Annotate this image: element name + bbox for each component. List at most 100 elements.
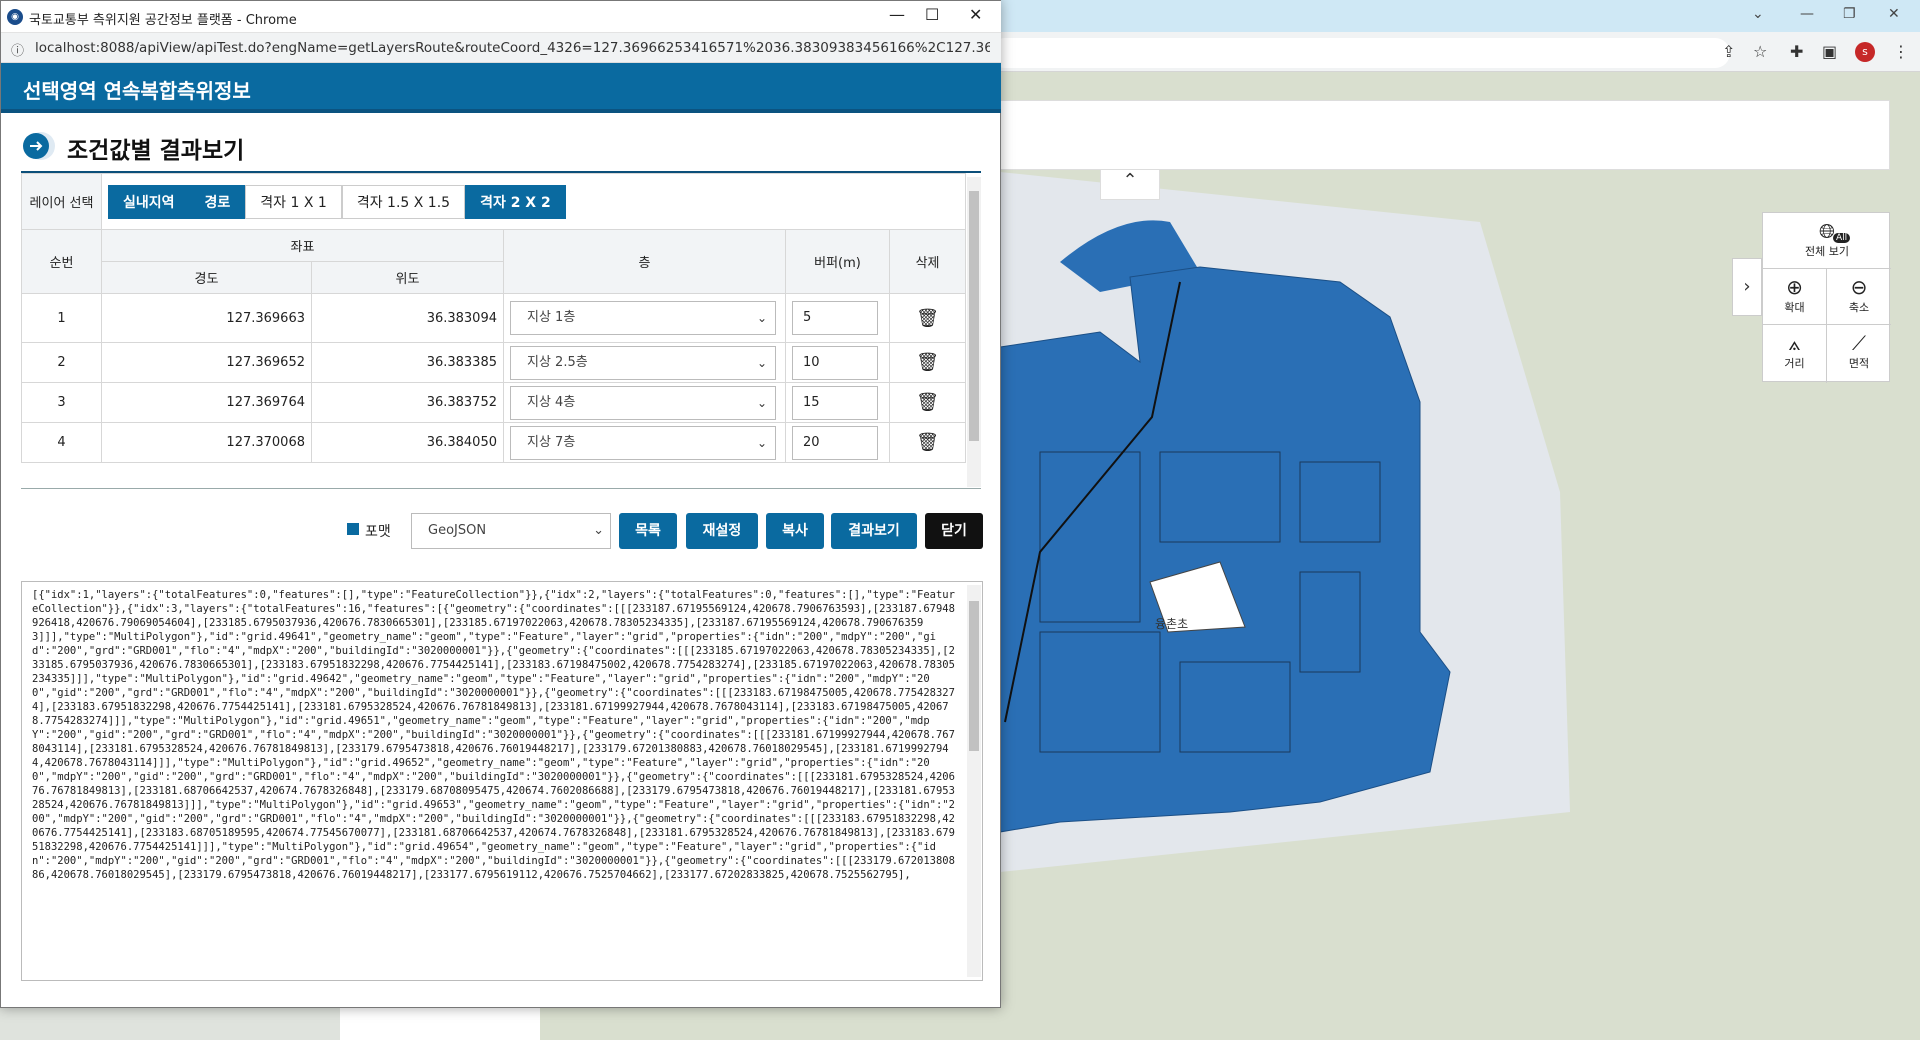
table-row: 1 127.369663 36.383094 지상 1층 ⌄ 5 🗑︎ <box>21 293 967 343</box>
minimize-icon[interactable]: — <box>889 5 905 24</box>
map-place-label: 융촌초 <box>1155 617 1189 631</box>
table-row: 4 127.370068 36.384050 지상 7층 ⌄ 20 🗑︎ <box>21 422 967 463</box>
row-buffer-cell: 15 <box>785 382 890 423</box>
layer-select-row: 레이어 선택 실내지역 경로 격자 1 X 1 격자 1.5 X 1.5 격자 … <box>21 173 967 230</box>
layer-select-label: 레이어 선택 <box>21 173 102 230</box>
floor-select-value: 지상 1층 <box>527 310 576 325</box>
layer-grid-2x2-button[interactable]: 격자 2 X 2 <box>465 184 566 219</box>
row-buffer-cell: 20 <box>785 422 890 463</box>
format-bullet-icon <box>347 523 359 535</box>
minimize-icon[interactable]: — <box>1800 6 1814 22</box>
row-floor-cell: 지상 4층 ⌄ <box>503 382 786 423</box>
chevron-down-icon: ⌄ <box>756 395 767 410</box>
info-icon: ⓘ <box>11 44 25 59</box>
format-label: 포맷 <box>365 524 391 540</box>
coord-header: 좌표 <box>101 229 504 262</box>
trash-icon[interactable]: 🗑︎ <box>888 342 967 383</box>
section-title: 조건값별 결과보기 <box>67 138 245 164</box>
floor-select[interactable]: 지상 1층 ⌄ <box>510 301 776 335</box>
table-scrollbar[interactable] <box>967 177 981 487</box>
floor-select[interactable]: 지상 4층 ⌄ <box>510 385 776 420</box>
trash-icon[interactable]: 🗑︎ <box>888 382 967 423</box>
row-lat: 36.383752 <box>311 382 504 423</box>
row-lon: 127.369652 <box>101 342 312 383</box>
buffer-header: 버퍼(m) <box>785 229 890 294</box>
chevron-down-icon: ⌄ <box>756 311 767 325</box>
arrow-right-circle-icon <box>23 132 55 160</box>
chevron-down-icon[interactable]: ⌄ <box>1752 6 1764 22</box>
restore-icon[interactable]: ❐ <box>1843 6 1856 22</box>
view-all-button[interactable]: 🌐︎ All 전체 보기 <box>1763 213 1891 269</box>
background-url-field[interactable] <box>990 38 1730 68</box>
zoom-out-button[interactable]: ⊖ 축소 <box>1827 269 1891 325</box>
format-select[interactable]: GeoJSON ⌄ <box>411 513 611 549</box>
row-seq: 4 <box>21 422 102 463</box>
condition-table-wrap[interactable]: 레이어 선택 실내지역 경로 격자 1 X 1 격자 1.5 X 1.5 격자 … <box>21 173 981 489</box>
result-scroll-thumb[interactable] <box>969 601 979 751</box>
view-result-button[interactable]: 결과보기 <box>831 513 917 549</box>
seq-header: 순번 <box>21 229 102 294</box>
close-icon[interactable]: ✕ <box>969 5 982 24</box>
floor-select-value: 지상 4층 <box>527 394 576 410</box>
zoom-in-button[interactable]: ⊕ 확대 <box>1763 269 1827 325</box>
zoom-out-label: 축소 <box>1848 301 1870 314</box>
trash-icon[interactable]: 🗑︎ <box>888 422 967 463</box>
close-icon[interactable]: ✕ <box>1888 6 1900 22</box>
row-buffer-cell: 5 <box>785 293 890 343</box>
copy-button[interactable]: 복사 <box>766 513 824 549</box>
buffer-input[interactable]: 15 <box>792 385 878 420</box>
zoom-out-icon: ⊖ <box>1850 275 1868 299</box>
delete-header: 삭제 <box>888 229 967 294</box>
layer-indoor-button[interactable]: 실내지역 <box>108 184 190 219</box>
chevron-down-icon: ⌄ <box>593 523 604 538</box>
layer-route-button[interactable]: 경로 <box>189 184 246 219</box>
more-menu-icon[interactable]: ⋮ <box>1893 42 1909 61</box>
chevron-up-icon[interactable]: ⌃ <box>1100 170 1160 200</box>
buffer-input[interactable]: 5 <box>792 301 878 335</box>
share-icon[interactable]: ⇪ <box>1722 42 1735 61</box>
distance-button[interactable]: ⟑ 거리 <box>1763 325 1827 383</box>
close-button[interactable]: 닫기 <box>925 513 983 549</box>
row-floor-cell: 지상 2.5층 ⌄ <box>503 342 786 383</box>
row-floor-cell: 지상 7층 ⌄ <box>503 422 786 463</box>
row-seq: 3 <box>21 382 102 423</box>
trash-icon[interactable]: 🗑︎ <box>888 293 967 343</box>
floor-select[interactable]: 지상 7층 ⌄ <box>510 425 776 460</box>
layer-grid-1.5x1.5-button[interactable]: 격자 1.5 X 1.5 <box>341 184 466 219</box>
popup-window-title: 국토교통부 측위지원 공간정보 플랫폼 - Chrome <box>29 13 297 28</box>
bookmark-star-icon[interactable]: ☆ <box>1753 42 1767 61</box>
view-all-label: 전체 보기 <box>1805 245 1849 258</box>
map-toolbox: 🌐︎ All 전체 보기 ⊕ 확대 ⊖ 축소 ⟑ 거리 ⟋ 면적 <box>1762 212 1891 383</box>
sidepanel-icon[interactable]: ▣ <box>1822 42 1837 61</box>
distance-label: 거리 <box>1784 357 1805 370</box>
zoom-in-label: 확대 <box>1784 301 1805 314</box>
extensions-icon[interactable]: ✚ <box>1790 42 1803 61</box>
popup-url-text[interactable]: localhost:8088/apiView/apiTest.do?engNam… <box>35 40 990 56</box>
profile-avatar[interactable]: s <box>1855 42 1875 62</box>
table-scroll-thumb[interactable] <box>969 191 979 441</box>
result-scrollbar[interactable] <box>967 585 981 977</box>
result-textarea[interactable]: [{"idx":1,"layers":{"totalFeatures":0,"f… <box>21 581 983 981</box>
maximize-icon[interactable]: ☐ <box>925 5 939 24</box>
table-header-row: 순번 좌표 층 버퍼(m) 삭제 <box>21 229 967 294</box>
popup-url-bar[interactable]: ⓘ localhost:8088/apiView/apiTest.do?engN… <box>1 33 1001 63</box>
row-buffer-cell: 10 <box>785 342 890 383</box>
buffer-input[interactable]: 10 <box>792 345 878 380</box>
row-lon: 127.369663 <box>101 293 312 343</box>
condition-table: 레이어 선택 실내지역 경로 격자 1 X 1 격자 1.5 X 1.5 격자 … <box>21 173 967 463</box>
layer-buttons: 실내지역 경로 격자 1 X 1 격자 1.5 X 1.5 격자 2 X 2 <box>102 182 965 222</box>
reset-button[interactable]: 재설정 <box>686 513 758 549</box>
table-row: 3 127.369764 36.383752 지상 4층 ⌄ 15 🗑︎ <box>21 382 967 423</box>
popup-titlebar: ◉ 국토교통부 측위지원 공간정보 플랫폼 - Chrome — ☐ ✕ <box>1 1 1001 33</box>
area-button[interactable]: ⟋ 면적 <box>1827 325 1891 383</box>
floor-select[interactable]: 지상 2.5층 ⌄ <box>510 345 776 380</box>
globe-icon: 🌐︎ <box>1819 219 1835 243</box>
app-logo-icon: ◉ <box>7 9 23 25</box>
chevron-right-icon[interactable]: › <box>1732 258 1762 316</box>
map-search-panel[interactable] <box>1000 100 1890 170</box>
row-lon: 127.369764 <box>101 382 312 423</box>
list-button[interactable]: 목록 <box>619 513 677 549</box>
layer-grid-1x1-button[interactable]: 격자 1 X 1 <box>245 184 342 219</box>
row-lon: 127.370068 <box>101 422 312 463</box>
buffer-input[interactable]: 20 <box>792 425 878 460</box>
